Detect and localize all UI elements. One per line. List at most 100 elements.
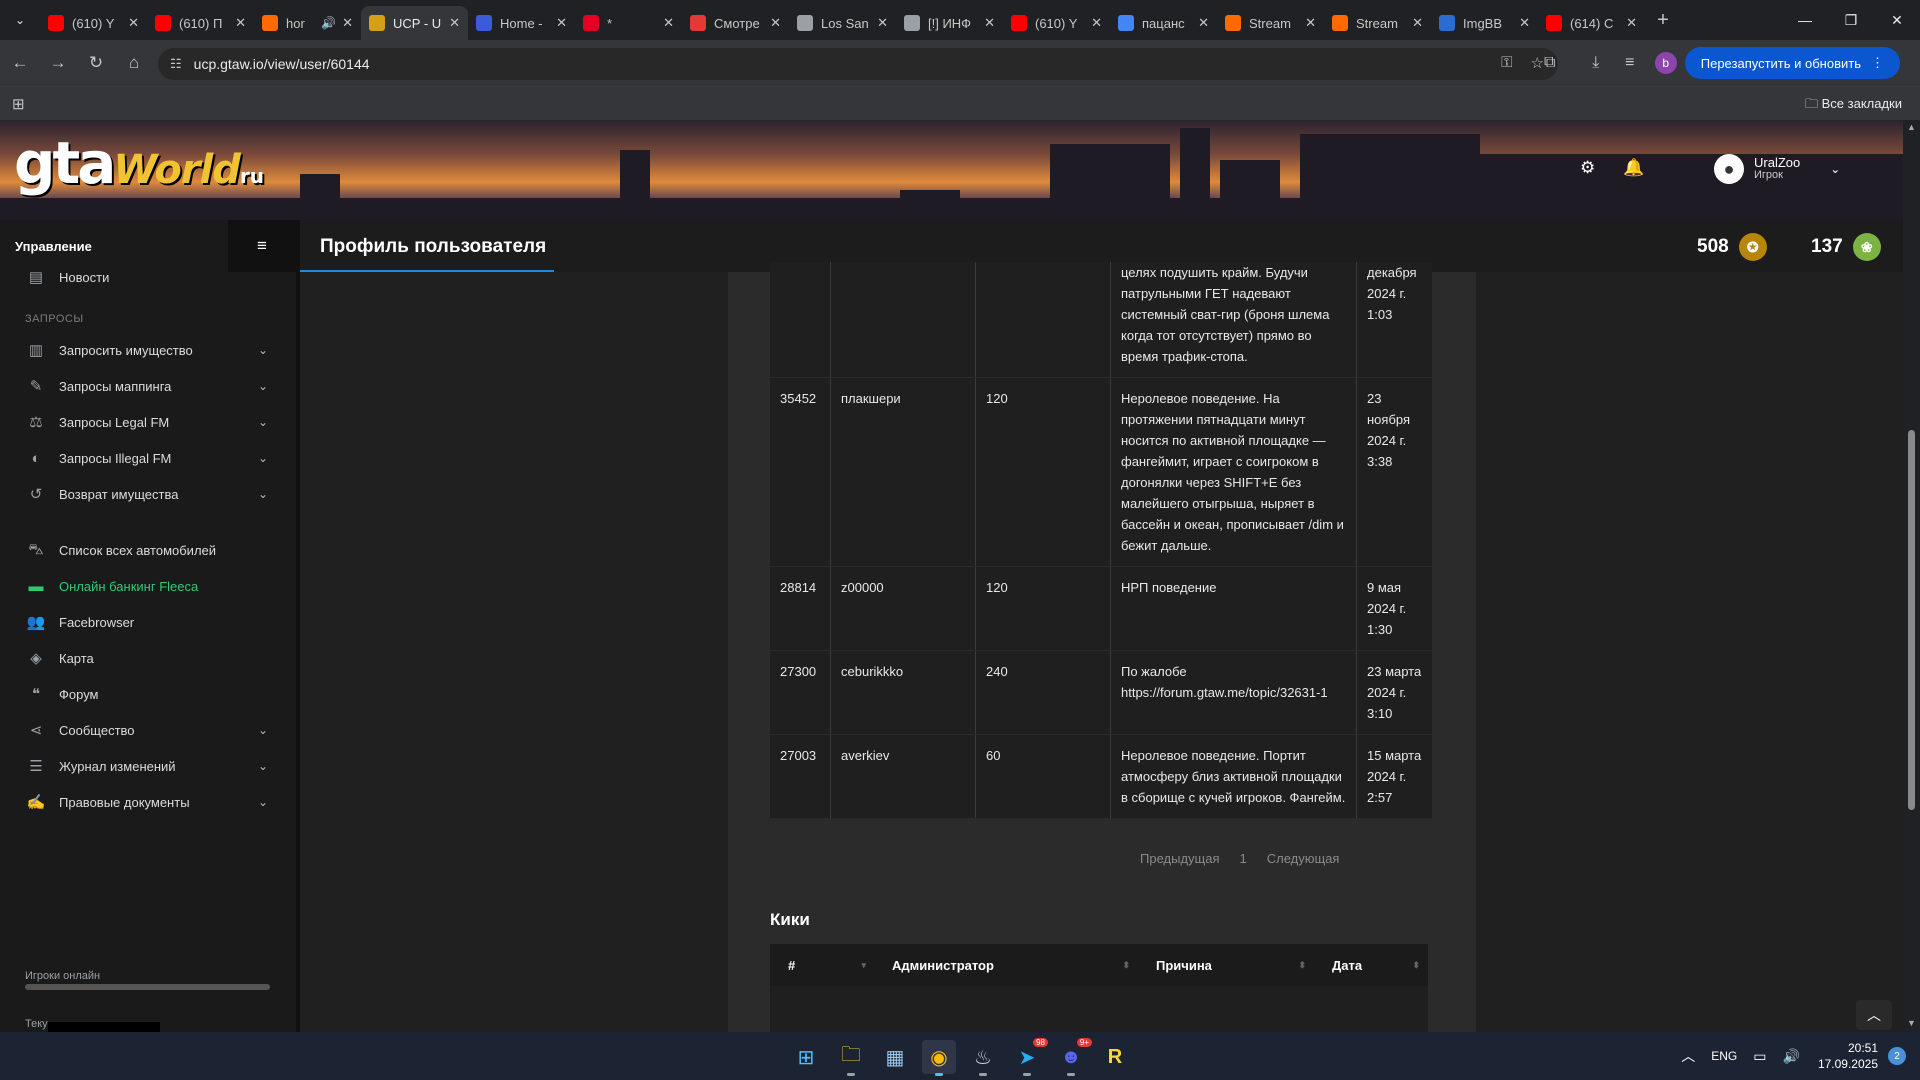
close-tab-icon[interactable]: ✕	[1305, 15, 1316, 31]
notification-count[interactable]: 2	[1888, 1047, 1906, 1065]
sidebar-item[interactable]: ❝ Форум	[0, 676, 296, 712]
tab-search-icon[interactable]: ⌄	[0, 0, 40, 40]
scroll-to-top-button[interactable]: ︿	[1856, 1000, 1892, 1030]
audio-playing-icon[interactable]: 🔊	[321, 16, 336, 30]
sidebar-item-request[interactable]: ▥ Запросить имущество ⌄	[0, 332, 296, 368]
column-header-number[interactable]: # ▾	[770, 944, 874, 986]
close-tab-icon[interactable]: ✕	[449, 15, 460, 31]
user-menu[interactable]: ● UralZoo Игрок ⌄	[1714, 154, 1840, 184]
browser-tab[interactable]: Home - ✕	[468, 6, 575, 40]
close-tab-icon[interactable]: ✕	[1198, 15, 1209, 31]
close-window-icon[interactable]: ✕	[1874, 0, 1920, 40]
telegram-icon[interactable]: ➤ 98	[1010, 1038, 1048, 1076]
sidebar-item-label: Facebrowser	[59, 614, 135, 630]
browser-tab[interactable]: [!] ИНФ ✕	[896, 6, 1003, 40]
restart-update-button[interactable]: Перезапустить и обновить ⋮	[1684, 47, 1900, 79]
windows-start-icon[interactable]: ⊞	[789, 1040, 823, 1074]
column-header-reason[interactable]: Причина ⬍	[1138, 944, 1314, 986]
sidebar-item[interactable]: ✍ Правовые документы ⌄	[0, 784, 296, 820]
close-tab-icon[interactable]: ✕	[770, 15, 781, 31]
sidebar-item-request[interactable]: ✎ Запросы маппинга ⌄	[0, 368, 296, 404]
bookmarks-bar: ⊞ 🗀 Все закладки	[0, 86, 1920, 120]
sidebar-item[interactable]: ☰ Журнал изменений ⌄	[0, 748, 296, 784]
browser-tab[interactable]: (614) С ✕	[1538, 6, 1645, 40]
scrollbar-thumb[interactable]	[1908, 430, 1915, 810]
all-bookmarks[interactable]: 🗀 Все закладки	[1805, 95, 1902, 117]
scroll-up-icon[interactable]: ▲	[1907, 122, 1916, 132]
browser-tab[interactable]: Stream ✕	[1217, 6, 1324, 40]
chrome-icon[interactable]: ◉	[922, 1040, 956, 1076]
clock[interactable]: 20:51 17.09.2025	[1818, 1040, 1878, 1072]
browser-tab[interactable]: Stream ✕	[1324, 6, 1431, 40]
column-header-date[interactable]: Дата ⬍	[1314, 944, 1428, 986]
close-tab-icon[interactable]: ✕	[1519, 15, 1530, 31]
home-icon[interactable]: ⌂	[116, 45, 152, 81]
prev-page-button[interactable]: Предыдущая	[1130, 845, 1230, 872]
address-bar[interactable]: ☷ ucp.gtaw.io/view/user/60144 ⚿ ☆	[158, 48, 1558, 80]
password-key-icon[interactable]: ⚿	[1501, 54, 1512, 72]
apps-grid-icon[interactable]: ⊞	[12, 95, 25, 113]
file-explorer-icon[interactable]: 🗀	[834, 1040, 868, 1076]
browser-tab[interactable]: (610) Y ✕	[1003, 6, 1110, 40]
restart-label: Перезапустить и обновить	[1700, 55, 1861, 71]
sidebar-item-request[interactable]: ⚖ Запросы Legal FM ⌄	[0, 404, 296, 440]
media-icon[interactable]: ≡	[1613, 54, 1647, 72]
browser-tab[interactable]: * ✕	[575, 6, 682, 40]
rockstar-launcher-icon[interactable]: R	[1098, 1040, 1132, 1074]
close-tab-icon[interactable]: ✕	[556, 15, 567, 31]
back-icon[interactable]: ←	[2, 45, 38, 81]
extensions-icon[interactable]: ⧉	[1533, 54, 1567, 72]
volume-icon[interactable]: 🔊	[1783, 1048, 1800, 1065]
close-tab-icon[interactable]: ✕	[128, 15, 139, 31]
new-tab-icon[interactable]: +	[1645, 9, 1681, 32]
browser-tab[interactable]: hor 🔊 ✕	[254, 6, 361, 40]
browser-tab[interactable]: ImgBB ✕	[1431, 6, 1538, 40]
settings-gear-icon[interactable]: ⚙	[1580, 158, 1595, 178]
scroll-down-icon[interactable]: ▼	[1907, 1018, 1916, 1028]
page-number[interactable]: 1	[1230, 845, 1257, 872]
tray-expand-icon[interactable]: ︿	[1681, 1046, 1695, 1066]
network-icon[interactable]: ▭	[1753, 1048, 1766, 1065]
close-tab-icon[interactable]: ✕	[342, 15, 353, 31]
site-logo[interactable]: gtaWorldru	[14, 132, 264, 207]
browser-tab[interactable]: (610) Y ✕	[40, 6, 147, 40]
close-tab-icon[interactable]: ✕	[663, 15, 674, 31]
restore-icon[interactable]: ❐	[1828, 0, 1874, 40]
close-tab-icon[interactable]: ✕	[984, 15, 995, 31]
browser-tab[interactable]: Смотре ✕	[682, 6, 789, 40]
minimize-icon[interactable]: —	[1782, 0, 1828, 40]
close-tab-icon[interactable]: ✕	[877, 15, 888, 31]
ban-reason: По жалобе https://forum.gtaw.me/topic/32…	[1111, 651, 1357, 734]
steam-icon[interactable]: ♨	[966, 1040, 1000, 1076]
sidebar-item[interactable]: ⛍ Список всех автомобилей	[0, 532, 296, 568]
sidebar-item[interactable]: 👥 Facebrowser	[0, 604, 296, 640]
browser-tab[interactable]: пацанс ✕	[1110, 6, 1217, 40]
close-tab-icon[interactable]: ✕	[1091, 15, 1102, 31]
browser-tab[interactable]: Los San ✕	[789, 6, 896, 40]
sidebar-item[interactable]: ▬ Онлайн банкинг Fleeca	[0, 568, 296, 604]
sidebar-item-request[interactable]: ◐ Запросы Illegal FM ⌄	[0, 440, 296, 476]
notification-bell-icon[interactable]: 🔔	[1623, 158, 1644, 178]
sidebar-item[interactable]: ⋖ Сообщество ⌄	[0, 712, 296, 748]
download-icon[interactable]: ⤓	[1579, 54, 1613, 72]
next-page-button[interactable]: Следующая	[1257, 845, 1350, 872]
column-header-admin[interactable]: Администратор ⬍	[874, 944, 1138, 986]
close-tab-icon[interactable]: ✕	[235, 15, 246, 31]
forward-icon[interactable]: →	[40, 45, 76, 81]
page-scrollbar[interactable]: ▲ ▼	[1903, 120, 1920, 1032]
profile-avatar[interactable]: b	[1654, 52, 1677, 74]
sidebar-item-request[interactable]: ↺ Возврат имущества ⌄	[0, 476, 296, 512]
ban-reason: НРП поведение	[1111, 567, 1357, 650]
image-app-icon[interactable]: ▦	[878, 1040, 912, 1074]
close-tab-icon[interactable]: ✕	[1626, 15, 1637, 31]
browser-tab[interactable]: UCP - U ✕	[361, 6, 468, 40]
close-tab-icon[interactable]: ✕	[1412, 15, 1423, 31]
discord-icon[interactable]: ☻ 9+	[1054, 1038, 1092, 1076]
tab-title: [!] ИНФ	[928, 15, 972, 31]
browser-tab[interactable]: (610) П ✕	[147, 6, 254, 40]
site-info-icon[interactable]: ☷	[170, 56, 182, 72]
reload-icon[interactable]: ↻	[78, 45, 114, 81]
sidebar-item-news[interactable]: ▤ Новости	[0, 264, 296, 290]
sidebar-item[interactable]: ◈ Карта	[0, 640, 296, 676]
language-indicator[interactable]: ENG	[1711, 1049, 1737, 1063]
